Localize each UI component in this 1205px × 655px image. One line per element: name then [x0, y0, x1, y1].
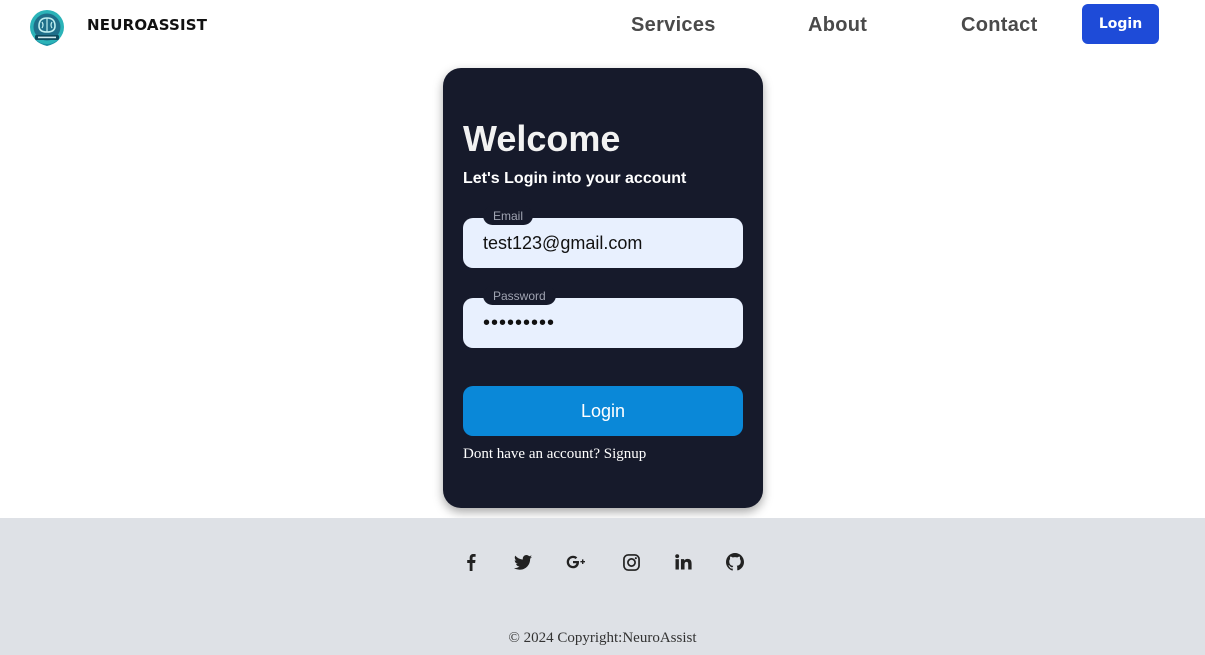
login-card: Welcome Let's Login into your account Em…: [443, 68, 763, 508]
password-label: Password: [483, 286, 556, 305]
email-label: Email: [483, 206, 534, 225]
email-field-wrapper: Email: [463, 206, 743, 268]
site-footer: © 2024 Copyright:NeuroAssist: [0, 518, 1205, 655]
brain-badge-icon[interactable]: [26, 8, 68, 48]
signup-prompt-text: Dont have an account?: [463, 446, 604, 462]
email-input[interactable]: [463, 218, 743, 268]
nav-about[interactable]: About: [808, 14, 867, 37]
copyright-text: © 2024 Copyright:NeuroAssist: [508, 630, 697, 646]
site-header: NEUROASSIST Services About Contact Login: [0, 0, 1205, 56]
login-subtitle: Let's Login into your account: [463, 170, 687, 187]
twitter-icon[interactable]: [512, 551, 534, 573]
github-icon[interactable]: [724, 551, 746, 573]
signup-link[interactable]: Signup: [604, 446, 647, 462]
welcome-title: Welcome: [463, 118, 621, 159]
login-submit-button[interactable]: Login: [463, 386, 743, 436]
header-login-button[interactable]: Login: [1082, 4, 1159, 44]
password-input[interactable]: [463, 298, 743, 348]
google-plus-icon[interactable]: [566, 551, 588, 573]
brand-name: NEUROASSIST: [87, 16, 208, 34]
nav-services[interactable]: Services: [631, 14, 716, 37]
instagram-icon[interactable]: [620, 551, 642, 573]
linkedin-icon[interactable]: [672, 551, 694, 573]
facebook-icon[interactable]: [460, 551, 482, 573]
signup-prompt: Dont have an account? Signup: [463, 446, 646, 463]
nav-contact[interactable]: Contact: [961, 14, 1038, 37]
password-field-wrapper: Password: [463, 286, 743, 348]
